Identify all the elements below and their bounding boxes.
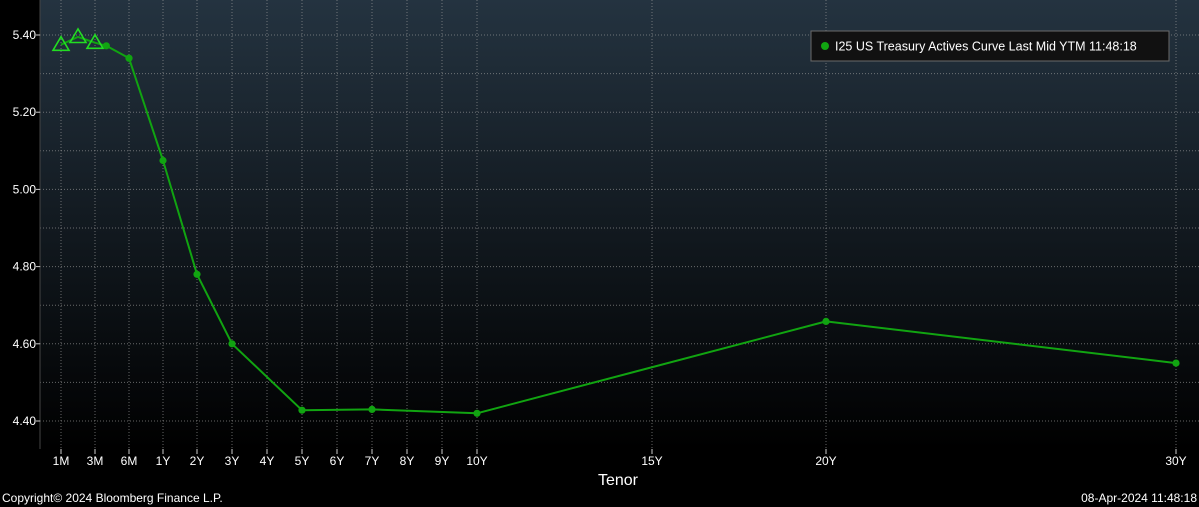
x-tick-label: 2Y (190, 454, 205, 468)
data-point (368, 405, 376, 413)
plot-background (40, 0, 1199, 449)
x-tick-label: 1M (53, 454, 70, 468)
chart-root: 4.40 4.60 4.80 5.00 5.20 5.40 1M 3M 6M 1Y 2Y 3Y 4Y 5… (0, 0, 1199, 507)
x-tick-label: 20Y (815, 454, 836, 468)
data-point (102, 42, 110, 50)
x-tick-label: 4Y (260, 454, 275, 468)
y-tick-label: 5.40 (13, 28, 37, 42)
x-axis-title: Tenor (598, 472, 639, 489)
y-tick-label: 5.00 (13, 182, 37, 196)
data-point (473, 409, 481, 417)
x-tick-label: 8Y (400, 454, 415, 468)
y-tick-label: 4.80 (13, 260, 37, 274)
x-tick-label: 30Y (1165, 454, 1186, 468)
timestamp-text: 08-Apr-2024 11:48:18 (1081, 491, 1197, 505)
y-tick-label: 4.60 (13, 337, 37, 351)
yield-curve-chart: 4.40 4.60 4.80 5.00 5.20 5.40 1M 3M 6M 1Y 2Y 3Y 4Y 5… (0, 0, 1199, 507)
x-tick-label: 9Y (435, 454, 450, 468)
y-tick-label: 4.40 (13, 414, 37, 428)
x-tick-label: 6Y (330, 454, 345, 468)
data-point (125, 54, 133, 62)
x-tick-label: 10Y (466, 454, 487, 468)
x-tick-label: 1Y (156, 454, 171, 468)
data-point (1172, 359, 1180, 367)
x-tick-label: 3M (87, 454, 104, 468)
data-point (298, 406, 306, 414)
x-tick-label: 6M (121, 454, 138, 468)
x-tick-label: 15Y (641, 454, 662, 468)
x-tick-label: 3Y (225, 454, 240, 468)
data-point (822, 317, 830, 325)
x-tick-label: 7Y (365, 454, 380, 468)
data-point (159, 156, 167, 165)
legend-series-label: I25 US Treasury Actives Curve Last Mid Y… (835, 40, 1137, 54)
data-point (193, 270, 201, 278)
x-tick-label: 5Y (295, 454, 310, 468)
legend-box[interactable]: I25 US Treasury Actives Curve Last Mid Y… (810, 30, 1170, 62)
copyright-text: Copyright© 2024 Bloomberg Finance L.P. (2, 491, 223, 505)
y-tick-label: 5.20 (13, 105, 37, 119)
data-point (228, 340, 236, 348)
legend-series-marker (821, 42, 829, 50)
